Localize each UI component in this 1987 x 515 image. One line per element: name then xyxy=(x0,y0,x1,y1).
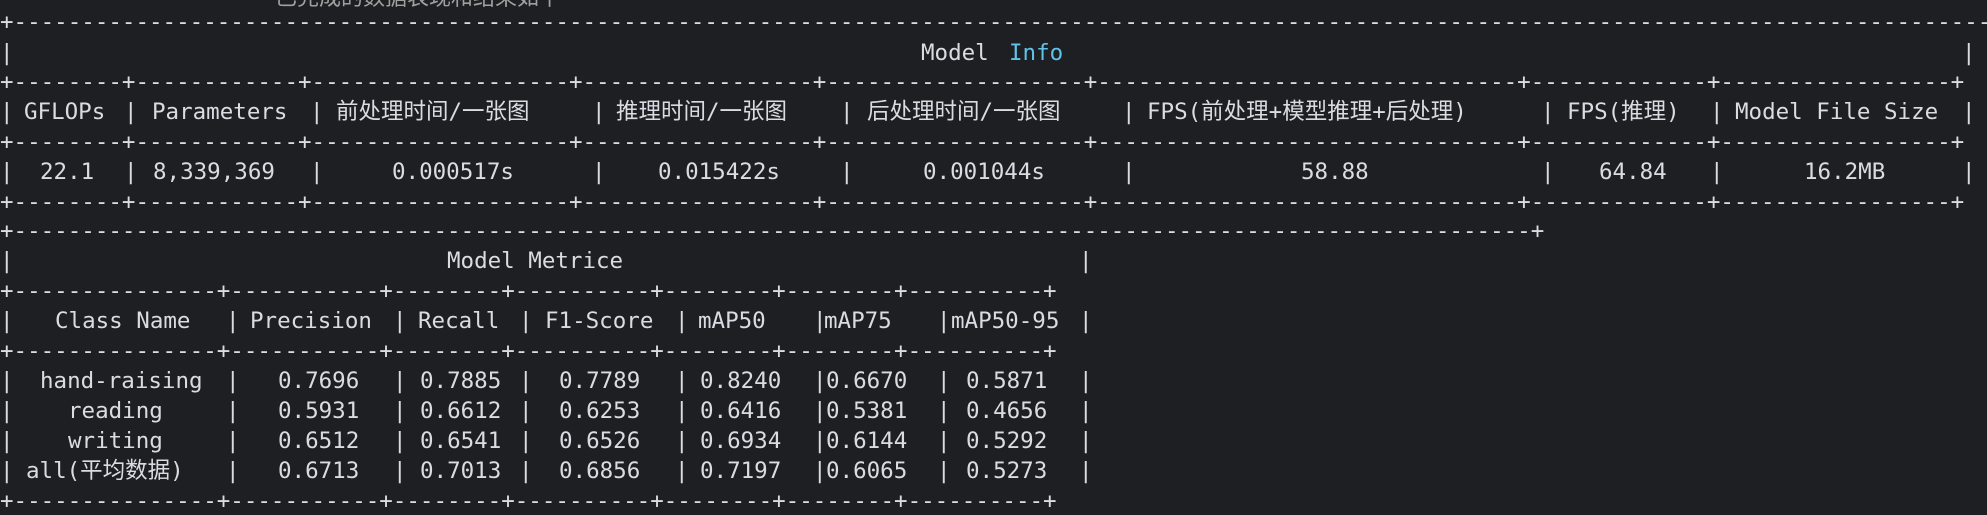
precision-cell: 0.6512 xyxy=(278,428,360,454)
map50-95-cell: 0.5292 xyxy=(966,428,1048,454)
metric-row-writing: | writing | 0.6512 | 0.6541 | 0.6526 | 0… xyxy=(0,428,1093,454)
header-map75: mAP75 xyxy=(824,308,892,334)
header-map50-95: mAP50-95 xyxy=(951,308,1060,334)
metric-table-title-row: | Model Metrice | xyxy=(0,248,1093,274)
metric-row-reading: | reading | 0.5931 | 0.6612 | 0.6253 | 0… xyxy=(0,398,1093,424)
f1-score-cell: 0.6856 xyxy=(559,458,641,484)
value-fps-total: 58.88 xyxy=(1301,159,1369,185)
info-table-border-middle: +--------+------------+-----------------… xyxy=(0,129,1965,155)
metric-table-header-row: | Class Name | Precision | Recall | F1-S… xyxy=(0,308,1093,334)
info-table-border-bottom: +--------+------------+-----------------… xyxy=(0,189,1965,215)
header-inference-time: 推理时间/一张图 xyxy=(616,99,788,125)
recall-cell: 0.6612 xyxy=(420,398,502,424)
recall-cell: 0.7013 xyxy=(420,458,502,484)
value-gflops: 22.1 xyxy=(40,159,95,185)
value-inference-time: 0.015422s xyxy=(658,159,780,185)
f1-score-cell: 0.6526 xyxy=(559,428,641,454)
f1-score-cell: 0.6253 xyxy=(559,398,641,424)
header-fps-total: FPS(前处理+模型推理+后处理) xyxy=(1147,99,1467,125)
header-parameters: Parameters xyxy=(152,99,288,125)
value-model-file-size: 16.2MB xyxy=(1804,159,1886,185)
header-model-file-size: Model File Size xyxy=(1735,99,1939,125)
metric-row-hand-raising: | hand-raising | 0.7696 | 0.7885 | 0.778… xyxy=(0,368,1093,394)
metric-row-all-average: | all(平均数据) | 0.6713 | 0.7013 | 0.6856 |… xyxy=(0,458,1093,484)
map50-cell: 0.6416 xyxy=(700,398,782,424)
precision-cell: 0.7696 xyxy=(278,368,360,394)
info-table-title-word2: Info xyxy=(1009,40,1064,66)
metric-table-title: Model Metrice xyxy=(447,248,624,274)
header-fps-inference: FPS(推理) xyxy=(1567,99,1680,125)
header-f1-score: F1-Score xyxy=(545,308,654,334)
class-name-cell: reading xyxy=(68,398,163,424)
recall-cell: 0.7885 xyxy=(420,368,502,394)
f1-score-cell: 0.7789 xyxy=(559,368,641,394)
recall-cell: 0.6541 xyxy=(420,428,502,454)
precision-cell: 0.5931 xyxy=(278,398,360,424)
header-gflops: GFLOPs xyxy=(24,99,106,125)
info-table-title-word1: Model xyxy=(921,40,989,66)
map50-95-cell: 0.4656 xyxy=(966,398,1048,424)
header-precision: Precision xyxy=(250,308,372,334)
map50-95-cell: 0.5273 xyxy=(966,458,1048,484)
value-postprocess-time: 0.001044s xyxy=(923,159,1045,185)
info-table-border-top: +---------------------------------------… xyxy=(0,9,1987,35)
map75-cell: 0.5381 xyxy=(826,398,908,424)
class-name-cell: hand-raising xyxy=(40,368,203,394)
value-fps-inference: 64.84 xyxy=(1599,159,1667,185)
class-name-cell: writing xyxy=(68,428,163,454)
metric-table-border-bottom: +---------------+-----------+--------+--… xyxy=(0,488,1057,514)
metric-table-border-middle: +---------------+-----------+--------+--… xyxy=(0,338,1057,364)
header-preprocess-time: 前处理时间/一张图 xyxy=(336,99,530,125)
header-map50: mAP50 xyxy=(698,308,766,334)
info-table-header-row: | GFLOPs | Parameters | 前处理时间/一张图 | 推理时间… xyxy=(0,99,1976,125)
metric-table-border-top: +---------------------------------------… xyxy=(0,218,1545,244)
header-postprocess-time: 后处理时间/一张图 xyxy=(867,99,1061,125)
header-class-name: Class Name xyxy=(55,308,191,334)
header-recall: Recall xyxy=(418,308,500,334)
terminal-window: 已完成的数据表现和结果如下 +-------------------------… xyxy=(0,0,1987,515)
value-parameters: 8,339,369 xyxy=(153,159,275,185)
map50-cell: 0.7197 xyxy=(700,458,782,484)
map75-cell: 0.6065 xyxy=(826,458,908,484)
info-table-border-header-top: +--------+------------+-----------------… xyxy=(0,69,1965,95)
map50-cell: 0.8240 xyxy=(700,368,782,394)
info-table-title-row: | Model Info | xyxy=(0,40,1976,66)
precision-cell: 0.6713 xyxy=(278,458,360,484)
class-name-cell: all(平均数据) xyxy=(26,458,184,484)
map50-cell: 0.6934 xyxy=(700,428,782,454)
info-table-value-row: | 22.1 | 8,339,369 | 0.000517s | 0.01542… xyxy=(0,159,1976,185)
map75-cell: 0.6670 xyxy=(826,368,908,394)
map75-cell: 0.6144 xyxy=(826,428,908,454)
metric-table-border-header-top: +---------------+-----------+--------+--… xyxy=(0,278,1057,304)
value-preprocess-time: 0.000517s xyxy=(392,159,514,185)
map50-95-cell: 0.5871 xyxy=(966,368,1048,394)
